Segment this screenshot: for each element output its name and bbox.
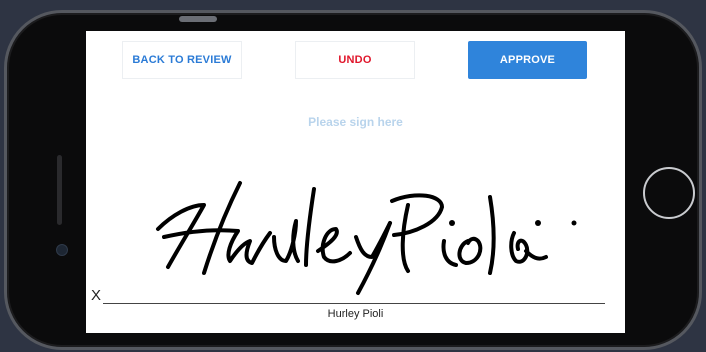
approve-button[interactable]: APPROVE (468, 41, 587, 79)
camera-icon (56, 244, 68, 256)
home-button-icon[interactable] (643, 167, 695, 219)
signature-line (103, 303, 605, 304)
sign-here-placeholder: Please sign here (308, 115, 403, 129)
speaker-slot (57, 155, 62, 225)
undo-button[interactable]: UNDO (295, 41, 415, 79)
signature-x-mark: X (91, 287, 102, 304)
signer-name: Hurley Pioli (327, 308, 384, 320)
signature-screen: BACK TO REVIEW UNDO APPROVE Please sign … (86, 31, 625, 333)
power-button (179, 16, 217, 22)
signature-drawing[interactable] (146, 171, 586, 301)
back-to-review-button[interactable]: BACK TO REVIEW (122, 41, 242, 79)
